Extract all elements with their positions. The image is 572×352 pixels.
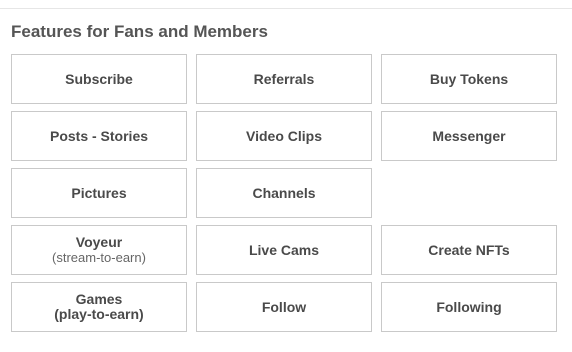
top-divider bbox=[0, 8, 572, 9]
tile-label: Posts - Stories bbox=[49, 127, 149, 144]
tile-label: Buy Tokens bbox=[429, 70, 509, 87]
section-title: Features for Fans and Members bbox=[11, 22, 268, 41]
tile-label: Channels bbox=[252, 184, 316, 201]
features-grid: Subscribe Referrals Buy Tokens Posts - S… bbox=[11, 54, 557, 332]
following-button[interactable]: Following bbox=[381, 282, 557, 332]
pictures-button[interactable]: Pictures bbox=[11, 168, 187, 218]
tile-label: Games bbox=[75, 291, 123, 308]
tile-label: Following bbox=[436, 298, 502, 315]
empty-tile-slot bbox=[381, 168, 557, 218]
tile-label: Follow bbox=[261, 298, 307, 315]
create-nfts-button[interactable]: Create NFTs bbox=[381, 225, 557, 275]
tile-label: Subscribe bbox=[65, 70, 133, 87]
channels-button[interactable]: Channels bbox=[196, 168, 372, 218]
tile-label: Voyeur bbox=[75, 234, 123, 251]
messenger-button[interactable]: Messenger bbox=[381, 111, 557, 161]
tile-sublabel: (stream-to-earn) bbox=[52, 250, 146, 266]
tile-label: Messenger bbox=[432, 127, 506, 144]
tile-label: Live Cams bbox=[248, 241, 320, 258]
referrals-button[interactable]: Referrals bbox=[196, 54, 372, 104]
tile-label: Create NFTs bbox=[428, 241, 510, 258]
tile-label: Referrals bbox=[253, 70, 315, 87]
tile-label: Video Clips bbox=[246, 127, 322, 144]
buy-tokens-button[interactable]: Buy Tokens bbox=[381, 54, 557, 104]
subscribe-button[interactable]: Subscribe bbox=[11, 54, 187, 104]
games-button[interactable]: Games (play-to-earn) bbox=[11, 282, 187, 332]
voyeur-button[interactable]: Voyeur (stream-to-earn) bbox=[11, 225, 187, 275]
tile-sublabel: (play-to-earn) bbox=[54, 306, 144, 322]
tile-label: Pictures bbox=[71, 184, 127, 201]
video-clips-button[interactable]: Video Clips bbox=[196, 111, 372, 161]
posts-stories-button[interactable]: Posts - Stories bbox=[11, 111, 187, 161]
live-cams-button[interactable]: Live Cams bbox=[196, 225, 372, 275]
follow-button[interactable]: Follow bbox=[196, 282, 372, 332]
